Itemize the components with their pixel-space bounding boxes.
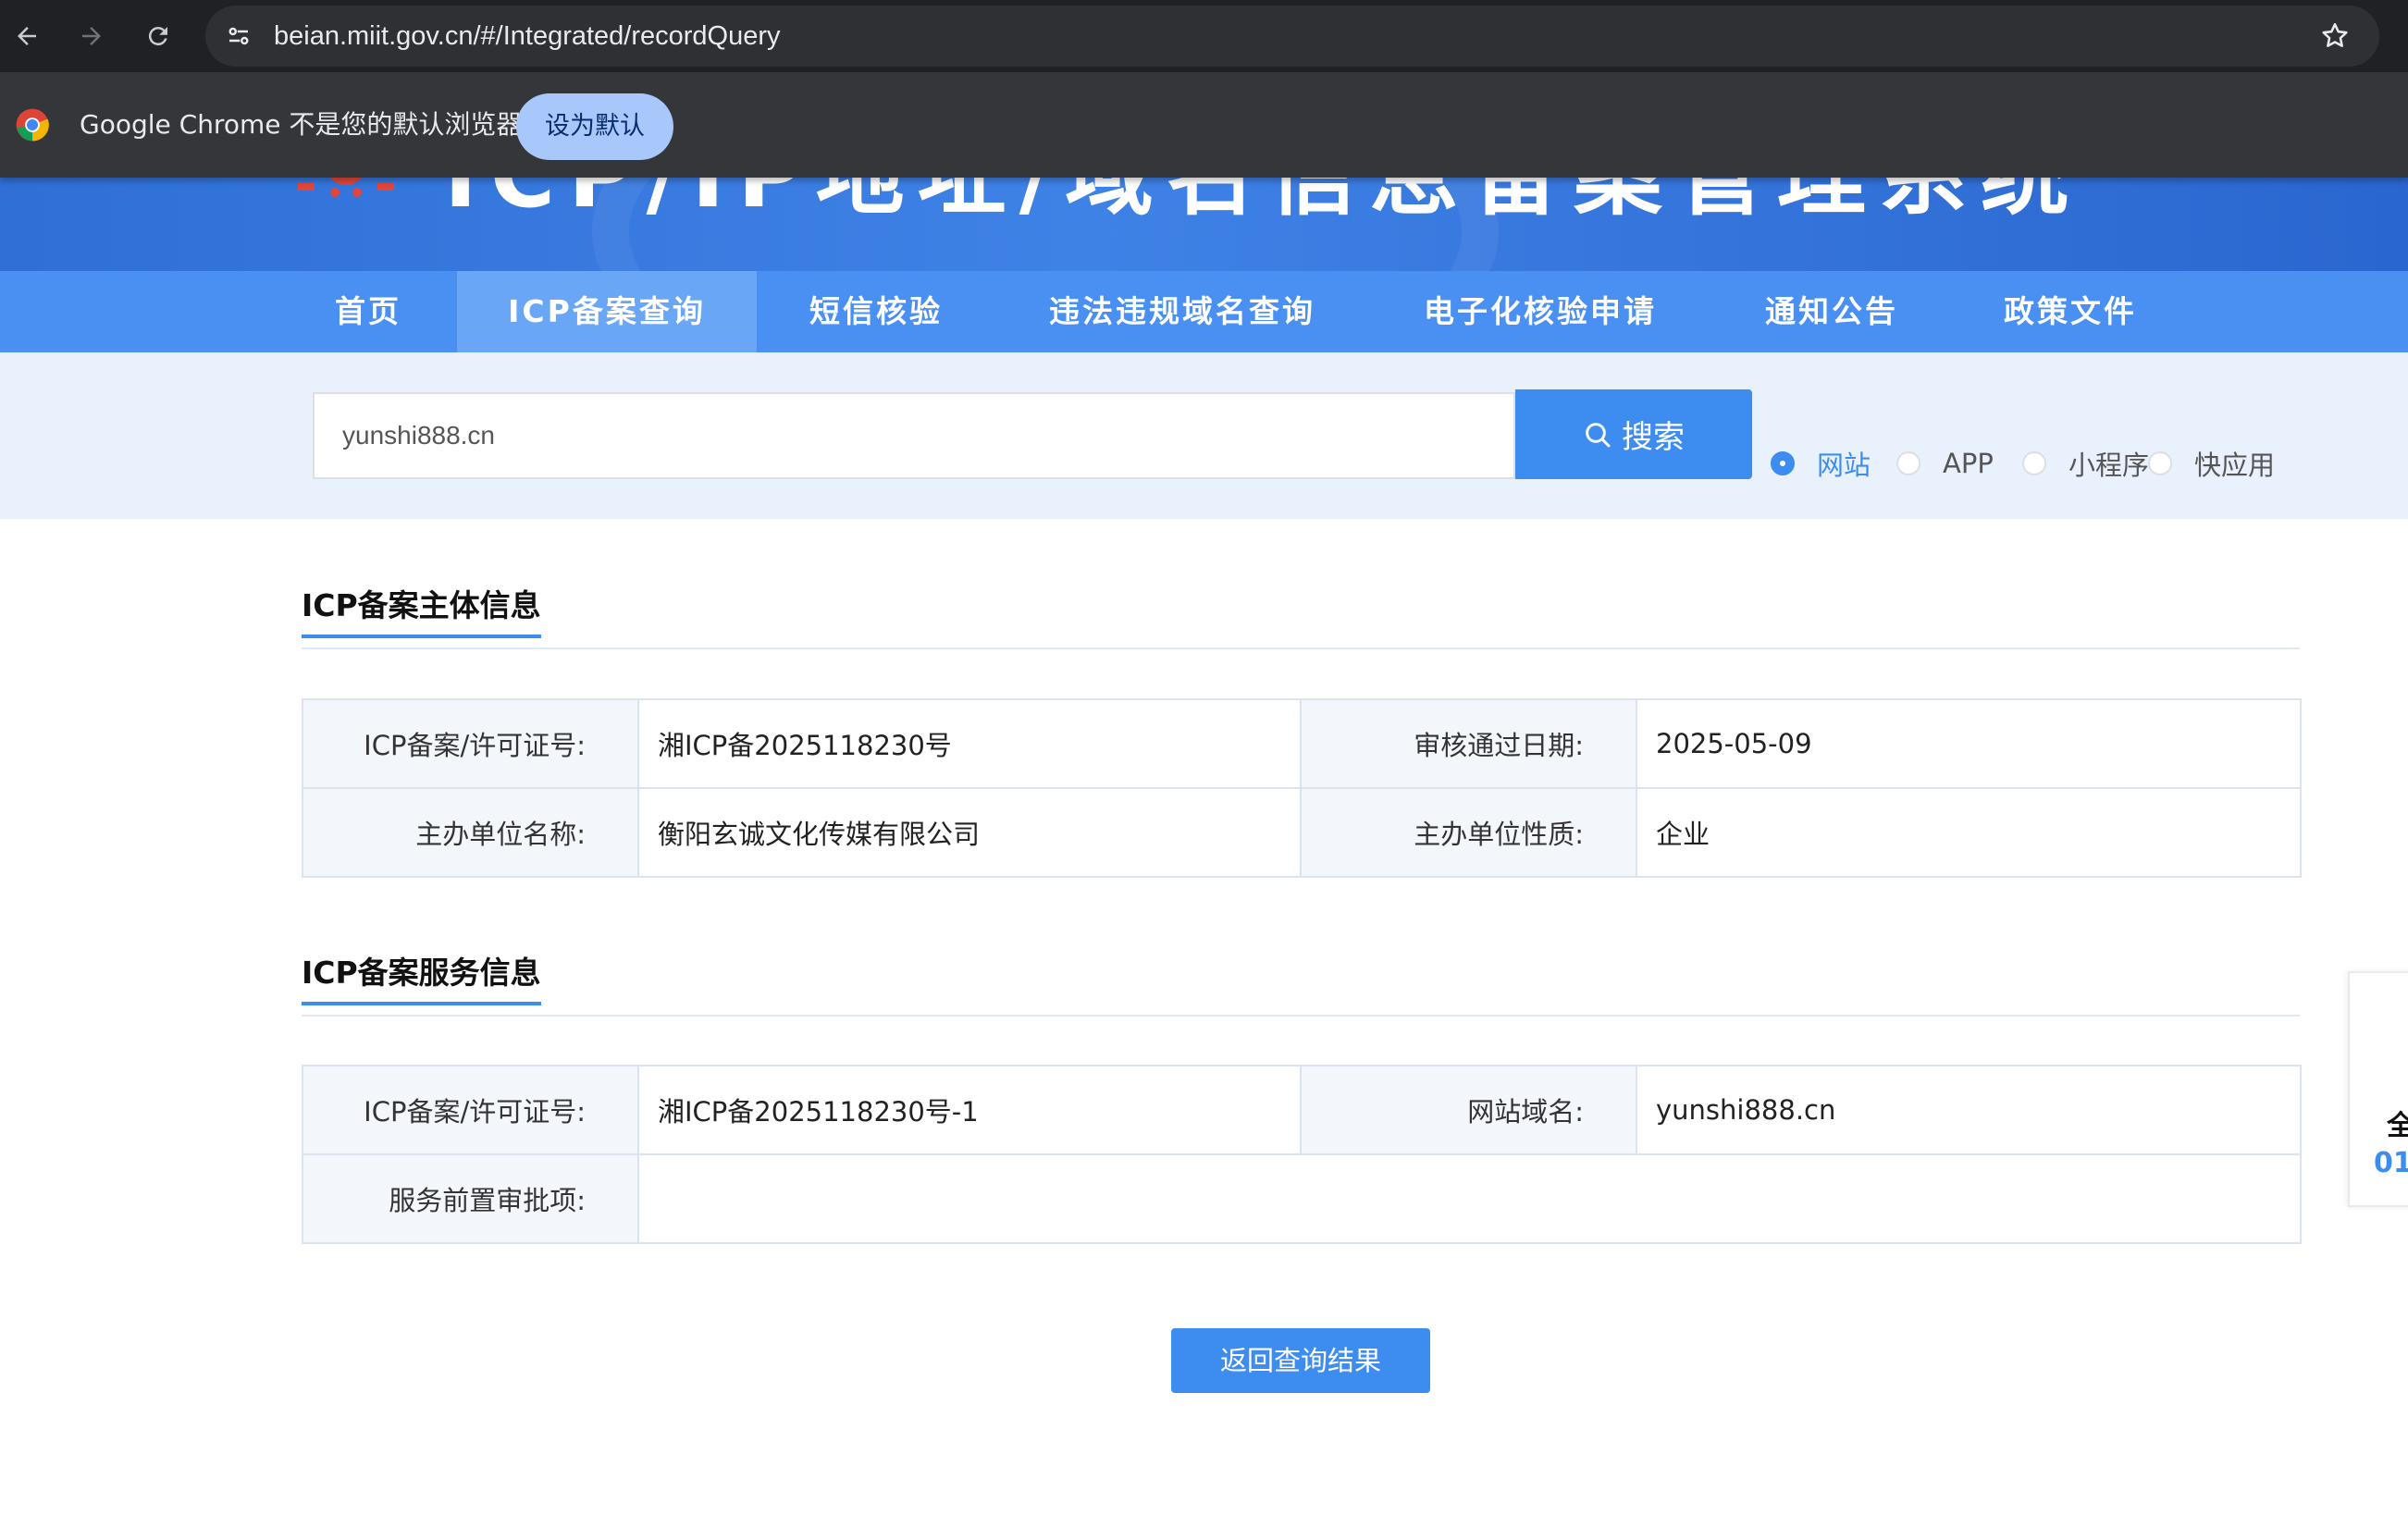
main-navigation: 首页 ICP备案查询 短信核验 违法违规域名查询 电子化核验申请 通知公告 政策… [0, 271, 2408, 352]
organizer-nature-label: 主办单位性质: [1300, 787, 1637, 878]
side-panel-text: 全 [2387, 1110, 2408, 1142]
search-button-label: 搜索 [1622, 419, 1685, 456]
organizer-name-value: 衡阳玄诚文化传媒有限公司 [637, 787, 1302, 878]
service-section-title: ICP备案服务信息 [302, 948, 541, 1005]
section-divider [302, 647, 2300, 649]
table-row: ICP备案/许可证号: 湘ICP备2025118230号 审核通过日期: 202… [302, 698, 2302, 789]
chrome-logo-icon [16, 108, 49, 142]
radio-mini-program[interactable]: 小程序 [2022, 445, 2149, 482]
url-text[interactable]: beian.miit.gov.cn/#/Integrated/recordQue… [274, 6, 781, 67]
approval-date-label: 审核通过日期: [1300, 698, 1637, 789]
organizer-name-label: 主办单位名称: [302, 787, 639, 878]
browser-toolbar: beian.miit.gov.cn/#/Integrated/recordQue… [0, 0, 2408, 72]
nav-home[interactable]: 首页 [294, 271, 442, 352]
pre-approval-label: 服务前置审批项: [302, 1153, 639, 1244]
radio-label: 网站 [1817, 450, 1871, 481]
radio-quick-app[interactable]: 快应用 [2148, 445, 2275, 482]
reload-icon[interactable] [133, 11, 183, 61]
license-value: 湘ICP备2025118230号 [637, 698, 1302, 789]
subject-section-title: ICP备案主体信息 [302, 581, 541, 638]
radio-indicator [2148, 451, 2172, 475]
default-browser-infobar: Google Chrome 不是您的默认浏览器 设为默认 [0, 72, 2408, 178]
radio-label: 快应用 [2194, 450, 2276, 481]
radio-indicator [2022, 451, 2046, 475]
site-info-icon[interactable] [218, 16, 259, 56]
table-row: ICP备案/许可证号: 湘ICP备2025118230号-1 网站域名: yun… [302, 1065, 2302, 1155]
approval-date-value: 2025-05-09 [1636, 698, 2302, 789]
back-arrow-icon[interactable] [2, 11, 52, 61]
table-row: 服务前置审批项: [302, 1153, 2302, 1244]
table-row: 主办单位名称: 衡阳玄诚文化传媒有限公司 主办单位性质: 企业 [302, 787, 2302, 878]
nav-illegal-domain-query[interactable]: 违法违规域名查询 [1025, 271, 1340, 352]
side-floating-panel[interactable]: 全 010 [2348, 971, 2408, 1207]
nav-electronic-verify[interactable]: 电子化核验申请 [1406, 271, 1674, 352]
set-default-button[interactable]: 设为默认 [516, 93, 673, 160]
service-license-label: ICP备案/许可证号: [302, 1065, 639, 1155]
radio-label: APP [1943, 448, 1994, 479]
service-info-table: ICP备案/许可证号: 湘ICP备2025118230号-1 网站域名: yun… [302, 1065, 2302, 1244]
nav-policy-documents[interactable]: 政策文件 [1985, 271, 2155, 352]
nav-icp-query[interactable]: ICP备案查询 [457, 271, 757, 352]
pre-approval-value [637, 1153, 2302, 1244]
section-divider [302, 1015, 2300, 1017]
infobar-message: Google Chrome 不是您的默认浏览器 [80, 109, 523, 140]
service-license-value: 湘ICP备2025118230号-1 [637, 1065, 1302, 1155]
radio-label: 小程序 [2068, 450, 2150, 481]
radio-website[interactable]: 网站 [1771, 445, 1871, 482]
nav-sms-verify[interactable]: 短信核验 [770, 271, 982, 352]
search-input[interactable]: yunshi888.cn [313, 392, 1515, 479]
search-button[interactable]: 搜索 [1515, 389, 1752, 479]
forward-arrow-icon[interactable] [67, 11, 117, 61]
side-panel-number: 010 [2374, 1147, 2408, 1179]
back-to-results-button[interactable]: 返回查询结果 [1171, 1328, 1430, 1393]
search-icon [1586, 422, 1611, 447]
bookmark-star-icon[interactable] [2315, 16, 2355, 56]
radio-app[interactable]: APP [1896, 445, 1994, 482]
domain-value: yunshi888.cn [1636, 1065, 2302, 1155]
organizer-nature-value: 企业 [1636, 787, 2302, 878]
search-area: yunshi888.cn 搜索 网站 APP 小程序 快应用 [0, 352, 2408, 519]
subject-info-table: ICP备案/许可证号: 湘ICP备2025118230号 审核通过日期: 202… [302, 698, 2302, 878]
license-label: ICP备案/许可证号: [302, 698, 639, 789]
radio-indicator [1896, 451, 1920, 475]
domain-label: 网站域名: [1300, 1065, 1637, 1155]
address-bar[interactable]: beian.miit.gov.cn/#/Integrated/recordQue… [205, 6, 2379, 67]
nav-notices[interactable]: 通知公告 [1741, 271, 1922, 352]
radio-indicator [1771, 451, 1795, 475]
